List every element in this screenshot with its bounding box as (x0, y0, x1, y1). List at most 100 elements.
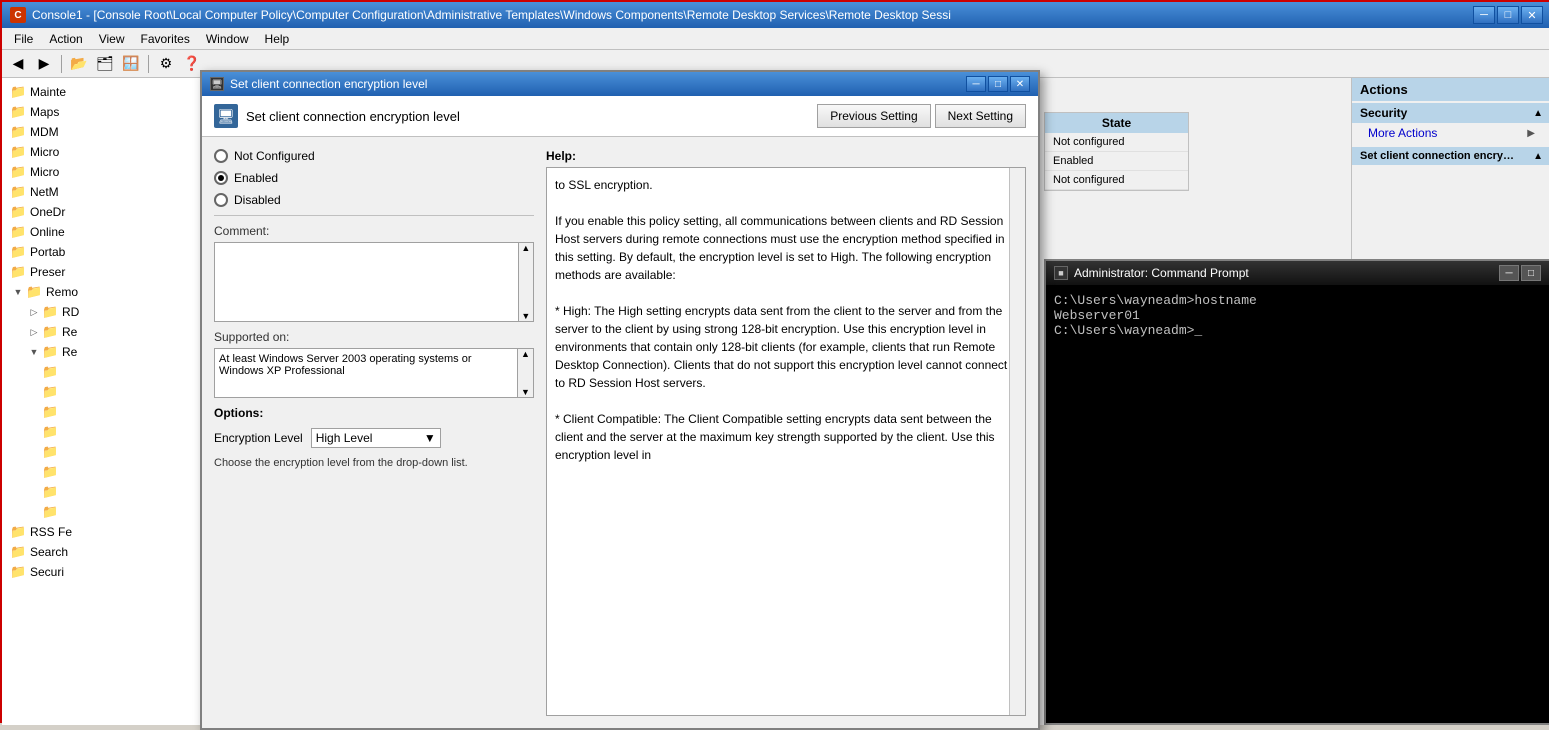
comment-scroll-down[interactable]: ▼ (519, 311, 533, 321)
properties-button[interactable]: ⚙ (154, 53, 178, 75)
dialog-close-button[interactable]: ✕ (1010, 76, 1030, 92)
dialog-controls: ─ □ ✕ (966, 76, 1030, 92)
sidebar-item-sub1[interactable] (2, 362, 201, 382)
supported-scroll-up[interactable]: ▲ (518, 349, 533, 359)
help-scrollbar[interactable] (1009, 168, 1025, 715)
folder-icon (42, 324, 58, 340)
supported-scroll-down[interactable]: ▼ (518, 387, 533, 397)
radio-disabled[interactable]: Disabled (214, 193, 534, 207)
new-window-button[interactable]: 🪟 (119, 53, 143, 75)
dialog-title-left: 🖥 Set client connection encryption level (210, 77, 427, 91)
dialog-left-pane: Not Configured Enabled Disabled Comment: (214, 149, 534, 716)
folder-icon (42, 484, 58, 500)
chevron-up-icon2: ▲ (1533, 151, 1543, 162)
cmd-maximize-button[interactable]: □ (1521, 265, 1541, 281)
sidebar-item-re2[interactable]: ▼ Re (2, 342, 201, 362)
sidebar-item-sub7[interactable] (2, 482, 201, 502)
minimize-button[interactable]: ─ (1473, 6, 1495, 24)
security-section-title[interactable]: Security ▲ (1352, 103, 1549, 123)
expand-arrow-icon: ▼ (10, 284, 26, 300)
state-label-2: Enabled (1053, 155, 1093, 167)
sidebar-item-sub2[interactable] (2, 382, 201, 402)
menu-window[interactable]: Window (198, 30, 257, 48)
folder-icon (42, 404, 58, 420)
sidebar-label: Portab (30, 245, 65, 259)
sidebar-item-micro2[interactable]: Micro (2, 162, 201, 182)
sidebar-item-re1[interactable]: ▷ Re (2, 322, 201, 342)
help-content[interactable]: to SSL encryption. If you enable this po… (546, 167, 1026, 716)
sidebar-item-sub6[interactable] (2, 462, 201, 482)
actions-section-security: Security ▲ More Actions ▶ (1352, 101, 1549, 145)
forward-button[interactable]: ▶ (32, 53, 56, 75)
comment-section: Comment: ▲ ▼ (214, 224, 534, 322)
sidebar-label: Online (30, 225, 65, 239)
back-button[interactable]: ◀ (6, 53, 30, 75)
cmd-title-text: Administrator: Command Prompt (1074, 266, 1249, 280)
title-bar-left: C Console1 - [Console Root\Local Compute… (10, 7, 951, 23)
policy-section-title[interactable]: Set client connection encryption level ▲ (1352, 147, 1549, 165)
dropdown-arrow-icon: ▼ (424, 431, 436, 445)
cmd-window: ■ Administrator: Command Prompt ─ □ C:\U… (1044, 259, 1549, 725)
sidebar-item-mdm[interactable]: MDM (2, 122, 201, 142)
sidebar-label: Securi (30, 565, 64, 579)
show-hide-button[interactable]: 🗂 (93, 53, 117, 75)
sidebar-item-sub5[interactable] (2, 442, 201, 462)
radio-enabled[interactable]: Enabled (214, 171, 534, 185)
state-label-1: Not configured (1053, 136, 1125, 148)
state-panel: State Not configured Enabled Not configu… (1044, 112, 1189, 191)
folder-icon (42, 364, 58, 380)
sidebar-item-rssfe[interactable]: RSS Fe (2, 522, 201, 542)
sidebar-item-sub4[interactable] (2, 422, 201, 442)
menu-help[interactable]: Help (257, 30, 298, 48)
comment-textarea[interactable] (214, 242, 519, 322)
sidebar-item-micro1[interactable]: Micro (2, 142, 201, 162)
folder-icon (10, 104, 26, 120)
sidebar-item-remo[interactable]: ▼ Remo (2, 282, 201, 302)
cmd-line-1: C:\Users\wayneadm>hostname (1054, 293, 1541, 308)
mmc-title-bar: C Console1 - [Console Root\Local Compute… (2, 2, 1549, 28)
radio-not-configured[interactable]: Not Configured (214, 149, 534, 163)
encryption-label: Encryption Level (214, 431, 303, 445)
menu-action[interactable]: Action (41, 30, 90, 48)
sidebar-item-mainte[interactable]: Mainte (2, 82, 201, 102)
sidebar-item-securi[interactable]: Securi (2, 562, 201, 582)
menu-view[interactable]: View (91, 30, 133, 48)
sidebar-label: Remo (46, 285, 78, 299)
sidebar-item-online[interactable]: Online (2, 222, 201, 242)
sidebar-item-maps[interactable]: Maps (2, 102, 201, 122)
sidebar-item-netm[interactable]: NetM (2, 182, 201, 202)
cmd-icon: ■ (1054, 266, 1068, 280)
sidebar-item-sub3[interactable] (2, 402, 201, 422)
maximize-button[interactable]: □ (1497, 6, 1519, 24)
sidebar-item-oned[interactable]: OneDr (2, 202, 201, 222)
state-row-1: Not configured (1045, 133, 1188, 152)
folder-icon (10, 244, 26, 260)
more-actions-item[interactable]: More Actions ▶ (1352, 123, 1549, 143)
dialog-header: 🖥 Set client connection encryption level… (202, 96, 1038, 137)
expand-arrow-icon: ▷ (26, 324, 42, 340)
actions-header: Actions (1352, 78, 1549, 101)
chevron-up-icon: ▲ (1533, 108, 1543, 119)
state-header: State (1045, 113, 1188, 133)
sidebar-label: MDM (30, 125, 59, 139)
dialog-minimize-button[interactable]: ─ (966, 76, 986, 92)
sidebar-item-portab[interactable]: Portab (2, 242, 201, 262)
menu-favorites[interactable]: Favorites (133, 30, 198, 48)
radio-circle-disabled (214, 193, 228, 207)
sidebar-item-sub8[interactable] (2, 502, 201, 522)
sidebar-item-rd[interactable]: ▷ RD (2, 302, 201, 322)
sidebar-label: NetM (30, 185, 59, 199)
cmd-minimize-button[interactable]: ─ (1499, 265, 1519, 281)
close-button[interactable]: ✕ (1521, 6, 1543, 24)
radio-group: Not Configured Enabled Disabled (214, 149, 534, 216)
sidebar-item-search[interactable]: Search (2, 542, 201, 562)
sidebar: Mainte Maps MDM Micro Micro NetM (2, 78, 202, 725)
previous-setting-button[interactable]: Previous Setting (817, 104, 930, 128)
up-button[interactable]: 📂 (67, 53, 91, 75)
next-setting-button[interactable]: Next Setting (935, 104, 1026, 128)
sidebar-item-preser[interactable]: Preser (2, 262, 201, 282)
menu-file[interactable]: File (6, 30, 41, 48)
encryption-select[interactable]: High Level ▼ (311, 428, 441, 448)
comment-scroll-up[interactable]: ▲ (519, 243, 533, 253)
dialog-maximize-button[interactable]: □ (988, 76, 1008, 92)
